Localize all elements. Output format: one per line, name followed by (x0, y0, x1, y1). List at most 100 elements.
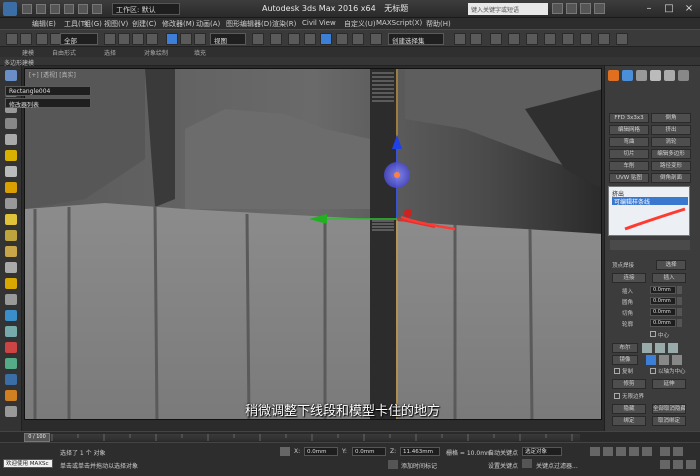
select-by-name-icon[interactable] (118, 33, 130, 45)
create-tube-icon[interactable] (5, 118, 17, 129)
hide-button[interactable]: 隐藏 (612, 404, 646, 414)
modifier-edit-mesh-button[interactable]: 编辑网格 (609, 125, 649, 135)
pivot-center-icon[interactable] (252, 33, 264, 45)
spinner-arrow-icon[interactable] (677, 297, 682, 305)
angle-snap-icon[interactable] (320, 33, 332, 45)
mirror-both-icon[interactable] (672, 355, 682, 365)
mirror-button[interactable]: 镜像 (612, 355, 638, 365)
star-icon[interactable] (566, 3, 577, 14)
spinner-arrow-icon[interactable] (677, 319, 682, 327)
app-logo-icon[interactable] (3, 2, 17, 16)
snaps-toggle-icon[interactable] (304, 33, 316, 45)
mirror-horizontal-icon[interactable] (646, 355, 656, 365)
z-coordinate-field[interactable]: 11.463mm (400, 447, 440, 456)
menu-graph-editors[interactable]: 图形编辑器(D) (226, 19, 272, 29)
previous-frame-icon[interactable] (603, 447, 613, 456)
modifier-bevel-profile-button[interactable]: 倒角剖面 (651, 173, 691, 183)
sun-icon[interactable] (5, 278, 17, 289)
reference-coordinate-dropdown[interactable]: 视图 (210, 33, 246, 45)
tab-selection[interactable]: 选择 (104, 48, 116, 57)
keyboard-shortcut-icon[interactable] (288, 33, 300, 45)
viewport-label[interactable]: [+] [透视] [真实] (29, 70, 76, 79)
close-icon[interactable]: × (680, 1, 698, 16)
create-star-icon[interactable] (5, 246, 17, 257)
create-teapot-icon[interactable] (5, 166, 17, 177)
create-system-icon[interactable] (5, 390, 17, 401)
create-torus-icon[interactable] (5, 182, 17, 193)
create-pyramid-icon[interactable] (5, 294, 17, 305)
maxscript-listener-field[interactable]: 欢迎使用 MAXSc (3, 459, 53, 468)
outline-spinner[interactable]: 0.0mm (650, 319, 676, 327)
modifier-slice-button[interactable]: 切片 (609, 149, 649, 159)
menu-animation[interactable]: 动画(A) (196, 19, 220, 29)
menu-civil-view[interactable]: Civil View (302, 19, 336, 27)
menu-group[interactable]: 组(G) (84, 19, 102, 29)
sign-in-icon[interactable] (580, 3, 591, 14)
create-helix-icon[interactable] (5, 230, 17, 241)
spinner-snap-icon[interactable] (352, 33, 364, 45)
lock-selection-icon[interactable] (280, 447, 290, 456)
time-slider[interactable]: 0 / 100 (24, 433, 50, 442)
copy-checkbox[interactable] (614, 368, 620, 374)
schematic-view-icon[interactable] (544, 33, 556, 45)
key-filters-button[interactable]: 关键点过滤器... (536, 461, 578, 470)
chamfer-spinner[interactable]: 0.0mm (650, 308, 676, 316)
menu-maxscript[interactable]: MAXScript(X) (376, 19, 422, 27)
maximize-viewport-icon[interactable] (686, 460, 696, 469)
modifier-bend-button[interactable]: 弯曲 (609, 137, 649, 147)
unbind-button[interactable]: 取消绑定 (652, 416, 686, 426)
create-camera-icon[interactable] (5, 374, 17, 385)
menu-customize[interactable]: 自定义(U) (344, 19, 376, 29)
key-mode-icon[interactable] (522, 459, 532, 468)
window-crossing-icon[interactable] (146, 33, 158, 45)
redo-icon[interactable] (20, 33, 32, 45)
light-icon[interactable] (5, 150, 17, 161)
create-ring-icon[interactable] (5, 262, 17, 273)
modifier-stack[interactable]: 挤出 可编辑样条线 (608, 186, 690, 236)
create-bone-icon[interactable] (5, 342, 17, 353)
tab-freeform[interactable]: 自由形式 (52, 48, 76, 57)
create-cone-icon[interactable] (5, 198, 17, 209)
create-sphere-icon[interactable] (5, 70, 17, 81)
boolean-intersect-icon[interactable] (668, 343, 678, 353)
insert-button[interactable]: 插入 (652, 273, 686, 283)
menu-views[interactable]: 视图(V) (104, 19, 128, 29)
link-icon[interactable] (36, 33, 48, 45)
infinite-bounds-checkbox[interactable] (614, 393, 620, 399)
graphite-toolset-icon[interactable] (508, 33, 520, 45)
play-icon[interactable] (616, 447, 626, 456)
orbit-icon[interactable] (673, 460, 683, 469)
workspace-dropdown[interactable]: 工作区: 默认 (112, 3, 180, 15)
stack-item-editable-spline[interactable]: 可编辑样条线 (612, 197, 688, 206)
render-setup-icon[interactable] (580, 33, 592, 45)
rectangular-selection-icon[interactable] (132, 33, 144, 45)
render-production-icon[interactable] (616, 33, 628, 45)
center-checkbox[interactable] (650, 331, 656, 337)
boolean-union-icon[interactable] (642, 343, 652, 353)
go-to-start-icon[interactable] (590, 447, 600, 456)
display-tab-icon[interactable] (664, 70, 675, 81)
modify-tab-icon[interactable] (622, 70, 633, 81)
modifier-bevel-button[interactable]: 倒角 (651, 113, 691, 123)
perspective-viewport[interactable]: [+] [透视] [真实] 稍微调整下线段和模型卡住的地方 (24, 68, 602, 420)
project-folder-icon[interactable] (92, 4, 102, 14)
curve-editor-icon[interactable] (526, 33, 538, 45)
edit-named-selection-icon[interactable] (370, 33, 382, 45)
mirror-icon[interactable] (454, 33, 466, 45)
undo-icon[interactable] (6, 33, 18, 45)
binoculars-icon[interactable] (552, 3, 563, 14)
zoom-icon[interactable] (660, 447, 670, 456)
minimize-icon[interactable]: – (640, 1, 658, 16)
align-icon[interactable] (470, 33, 482, 45)
maximize-icon[interactable]: □ (660, 1, 678, 16)
menu-help[interactable]: 帮助(H) (426, 19, 451, 29)
fillet-spinner[interactable]: 0.0mm (650, 297, 676, 305)
named-selection-set-dropdown[interactable]: 创建选择集 (388, 33, 444, 45)
tab-populate[interactable]: 填充 (194, 48, 206, 57)
motion-tab-icon[interactable] (650, 70, 661, 81)
rendered-frame-window-icon[interactable] (598, 33, 610, 45)
add-time-tag-icon[interactable] (388, 460, 398, 469)
spinner-arrow-icon[interactable] (677, 286, 682, 294)
select-rotate-icon[interactable] (180, 33, 192, 45)
selection-filter-dropdown[interactable]: 全部 (60, 33, 98, 45)
